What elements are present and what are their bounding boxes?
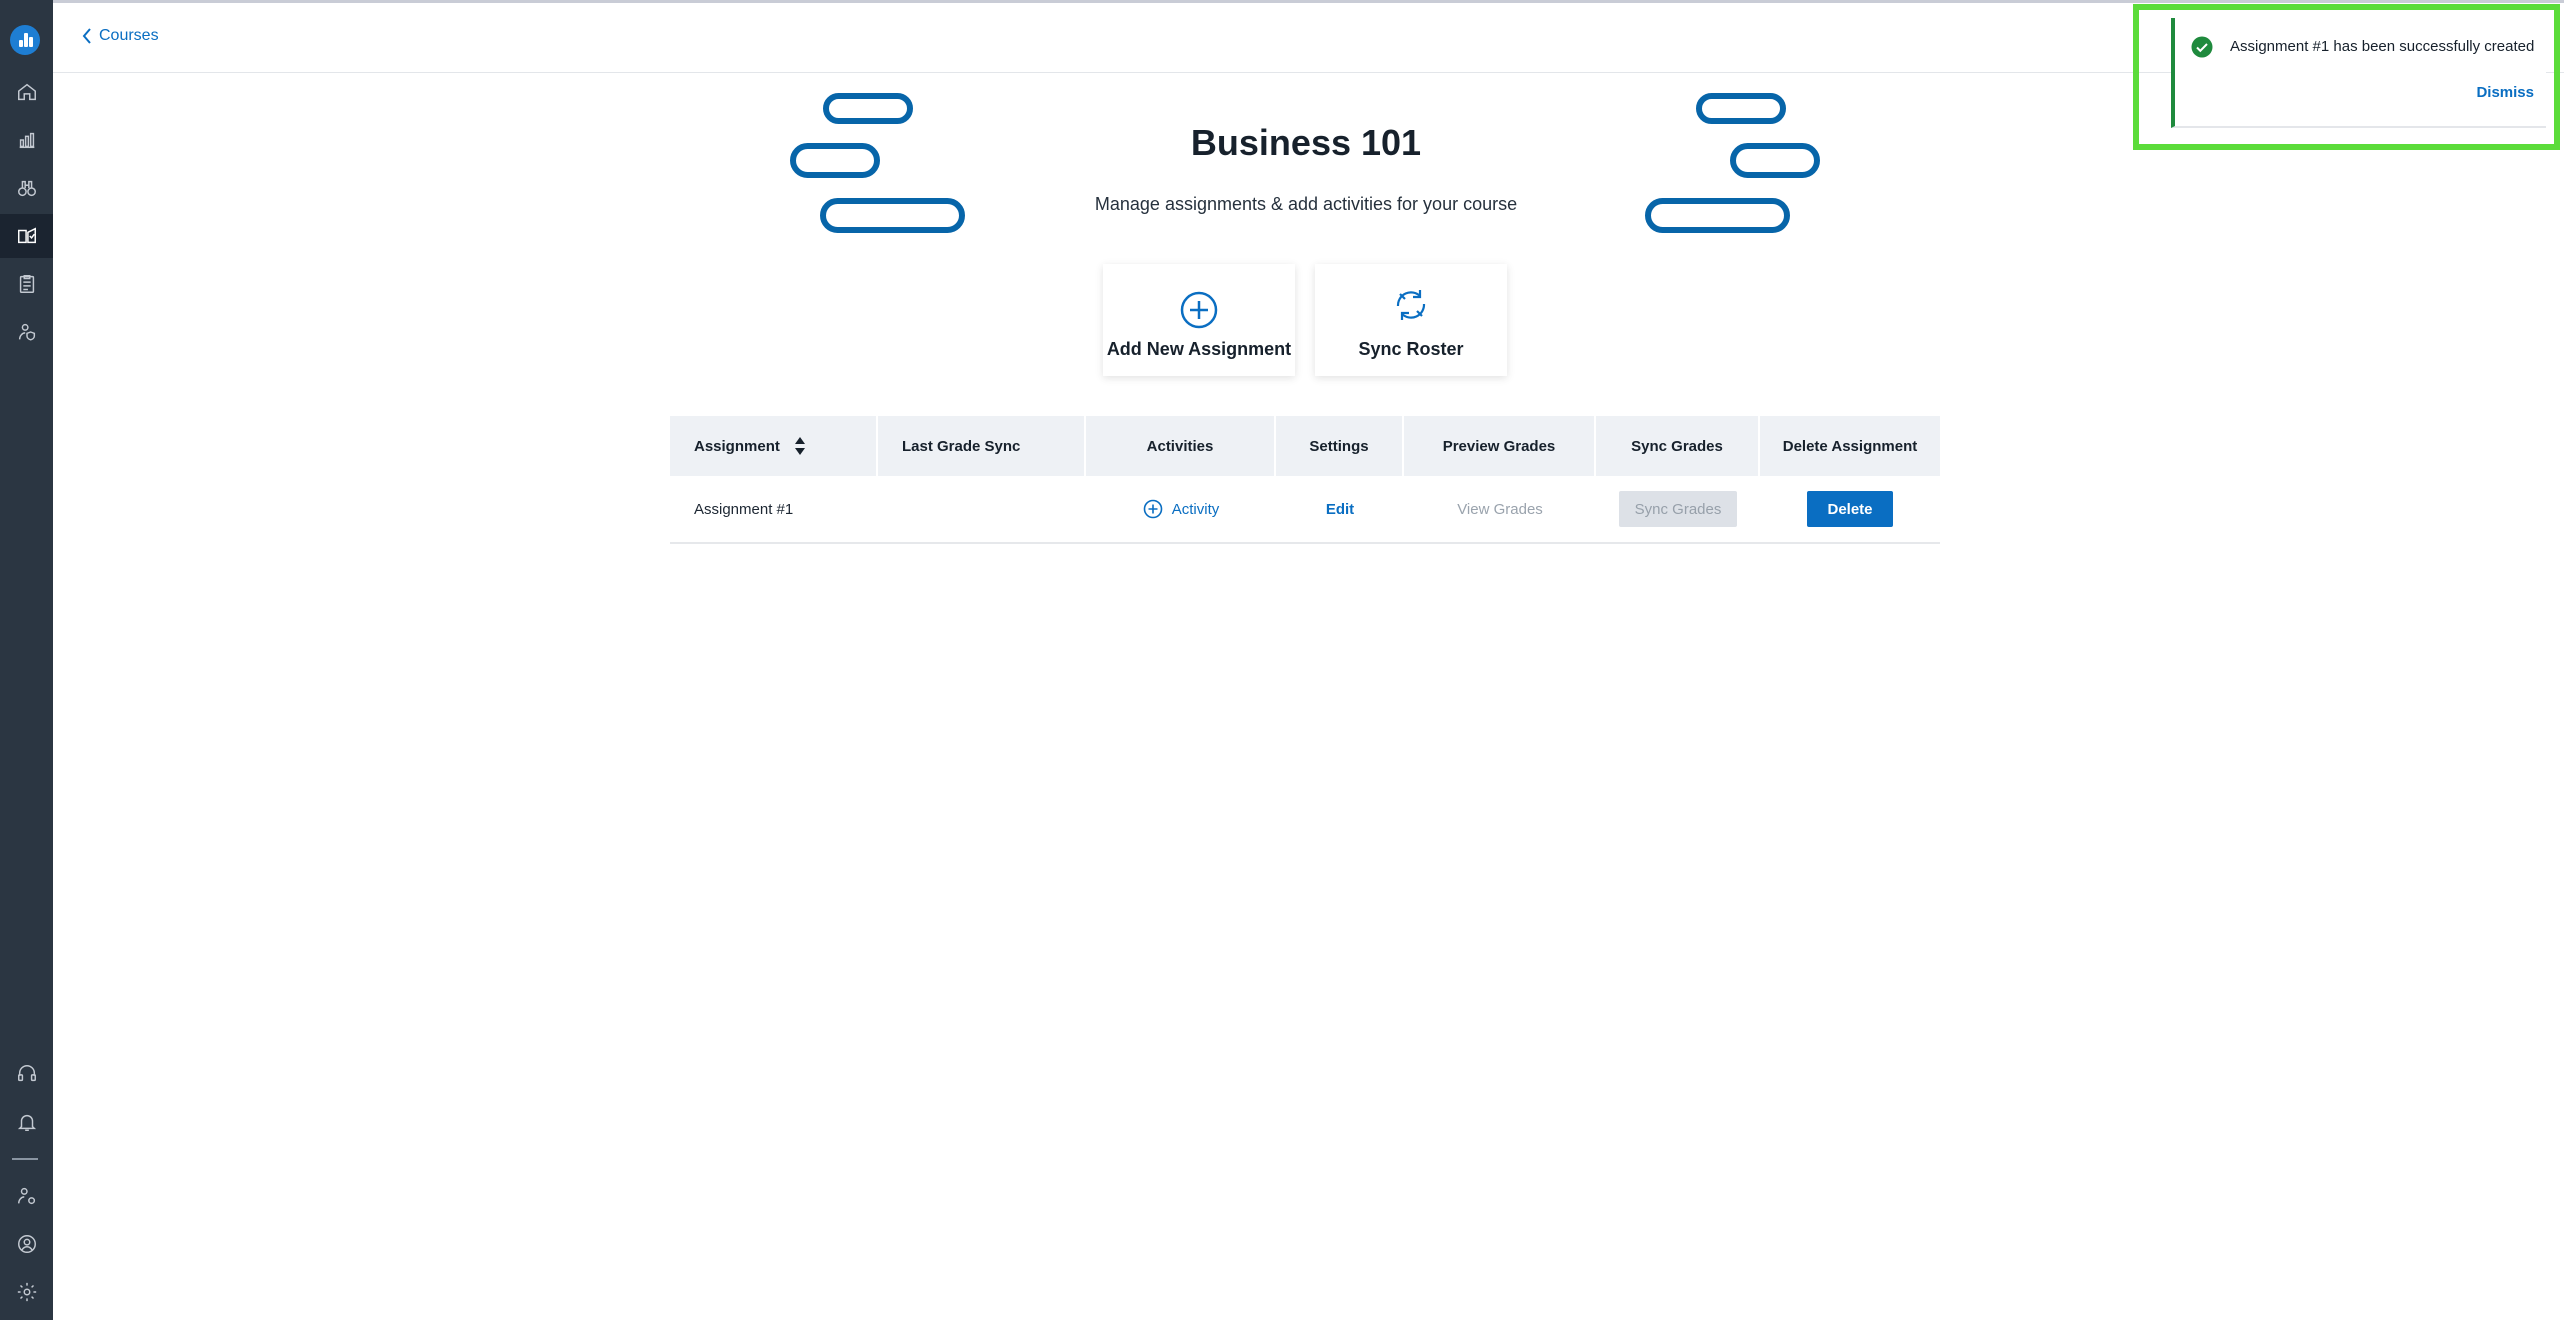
last-grade-sync xyxy=(878,475,1086,543)
user-settings-icon xyxy=(17,1187,35,1205)
add-new-assignment-button[interactable]: Add New Assignment xyxy=(1103,264,1295,376)
success-check-icon xyxy=(2191,36,2213,58)
sidebar-item-assignments[interactable] xyxy=(0,262,53,306)
decorative-pill xyxy=(1645,198,1790,233)
app-logo[interactable] xyxy=(10,25,40,55)
plus-circle-icon xyxy=(1180,291,1218,329)
bell-icon xyxy=(17,1114,36,1131)
delete-assignment-button[interactable]: Delete xyxy=(1807,491,1893,527)
plus-circle-icon xyxy=(1143,499,1163,519)
sort-icon[interactable] xyxy=(794,436,806,456)
add-activity-label: Activity xyxy=(1171,500,1220,518)
analytics-icon xyxy=(19,132,34,149)
courses-icon xyxy=(17,227,36,244)
column-header-delete-assignment: Delete Assignment xyxy=(1782,437,1918,455)
course-title: Business 101 xyxy=(1190,122,1422,163)
column-header-assignment[interactable]: Assignment xyxy=(670,416,878,476)
view-grades-link[interactable]: View Grades xyxy=(1457,501,1543,518)
sidebar-item-support[interactable] xyxy=(0,1052,53,1096)
profile-icon xyxy=(17,1235,36,1253)
column-header-last-grade-sync: Last Grade Sync xyxy=(878,416,1086,476)
sidebar-item-profile[interactable] xyxy=(0,1222,53,1266)
sidebar-item-home[interactable] xyxy=(0,70,53,114)
sidebar-item-settings[interactable] xyxy=(0,1270,53,1314)
back-link-label: Courses xyxy=(99,27,159,44)
column-header-activities: Activities xyxy=(1086,416,1276,476)
sync-icon xyxy=(1396,290,1426,320)
sidebar-item-analytics[interactable] xyxy=(0,118,53,162)
column-header-sync-grades: Sync Grades xyxy=(1596,416,1760,476)
decorative-pill xyxy=(1696,93,1786,124)
decorative-pill xyxy=(1730,143,1820,178)
sync-grades-button[interactable]: Sync Grades xyxy=(1618,491,1738,527)
sidebar-item-courses[interactable] xyxy=(0,214,53,258)
sync-roster-button[interactable]: Sync Roster xyxy=(1315,264,1507,376)
sidebar-item-notifications[interactable] xyxy=(0,1100,53,1144)
sidebar-item-user-settings[interactable] xyxy=(0,1174,53,1218)
decorative-pill xyxy=(823,93,913,124)
sidebar-item-admin[interactable] xyxy=(0,310,53,354)
course-subtitle: Manage assignments & add activities for … xyxy=(1094,194,1518,214)
table-header: Assignment Last Grade Sync Activities Se… xyxy=(670,416,1940,476)
sidebar-divider xyxy=(12,1158,38,1160)
sidebar xyxy=(0,0,53,1320)
home-icon xyxy=(17,83,36,101)
add-new-assignment-label: Add New Assignment xyxy=(1106,339,1292,359)
edit-assignment-link[interactable]: Edit xyxy=(1326,501,1354,518)
sync-roster-label: Sync Roster xyxy=(1358,339,1464,359)
toast-message: Assignment #1 has been successfully crea… xyxy=(2230,38,2535,55)
column-header-settings: Settings xyxy=(1276,416,1404,476)
sidebar-item-explore[interactable] xyxy=(0,166,53,210)
back-to-courses-link[interactable]: Courses xyxy=(81,27,159,45)
dismiss-button[interactable]: Dismiss xyxy=(2476,84,2534,101)
binoculars-icon xyxy=(17,180,36,197)
chevron-left-icon xyxy=(82,28,91,44)
table-row: Assignment #1 Activity Edit View Grades … xyxy=(670,476,1940,544)
assignment-name: Assignment #1 xyxy=(694,500,794,518)
clipboard-icon xyxy=(19,275,34,293)
support-icon xyxy=(17,1065,36,1082)
assignments-table: Assignment Last Grade Sync Activities Se… xyxy=(670,416,1940,544)
success-toast: Assignment #1 has been successfully crea… xyxy=(2171,18,2546,128)
column-header-preview-grades: Preview Grades xyxy=(1404,416,1596,476)
decorative-pill xyxy=(820,198,965,233)
decorative-pill xyxy=(790,143,880,178)
add-activity-button[interactable]: Activity xyxy=(1143,499,1220,519)
user-shield-icon xyxy=(18,323,35,341)
gear-icon xyxy=(17,1282,36,1302)
